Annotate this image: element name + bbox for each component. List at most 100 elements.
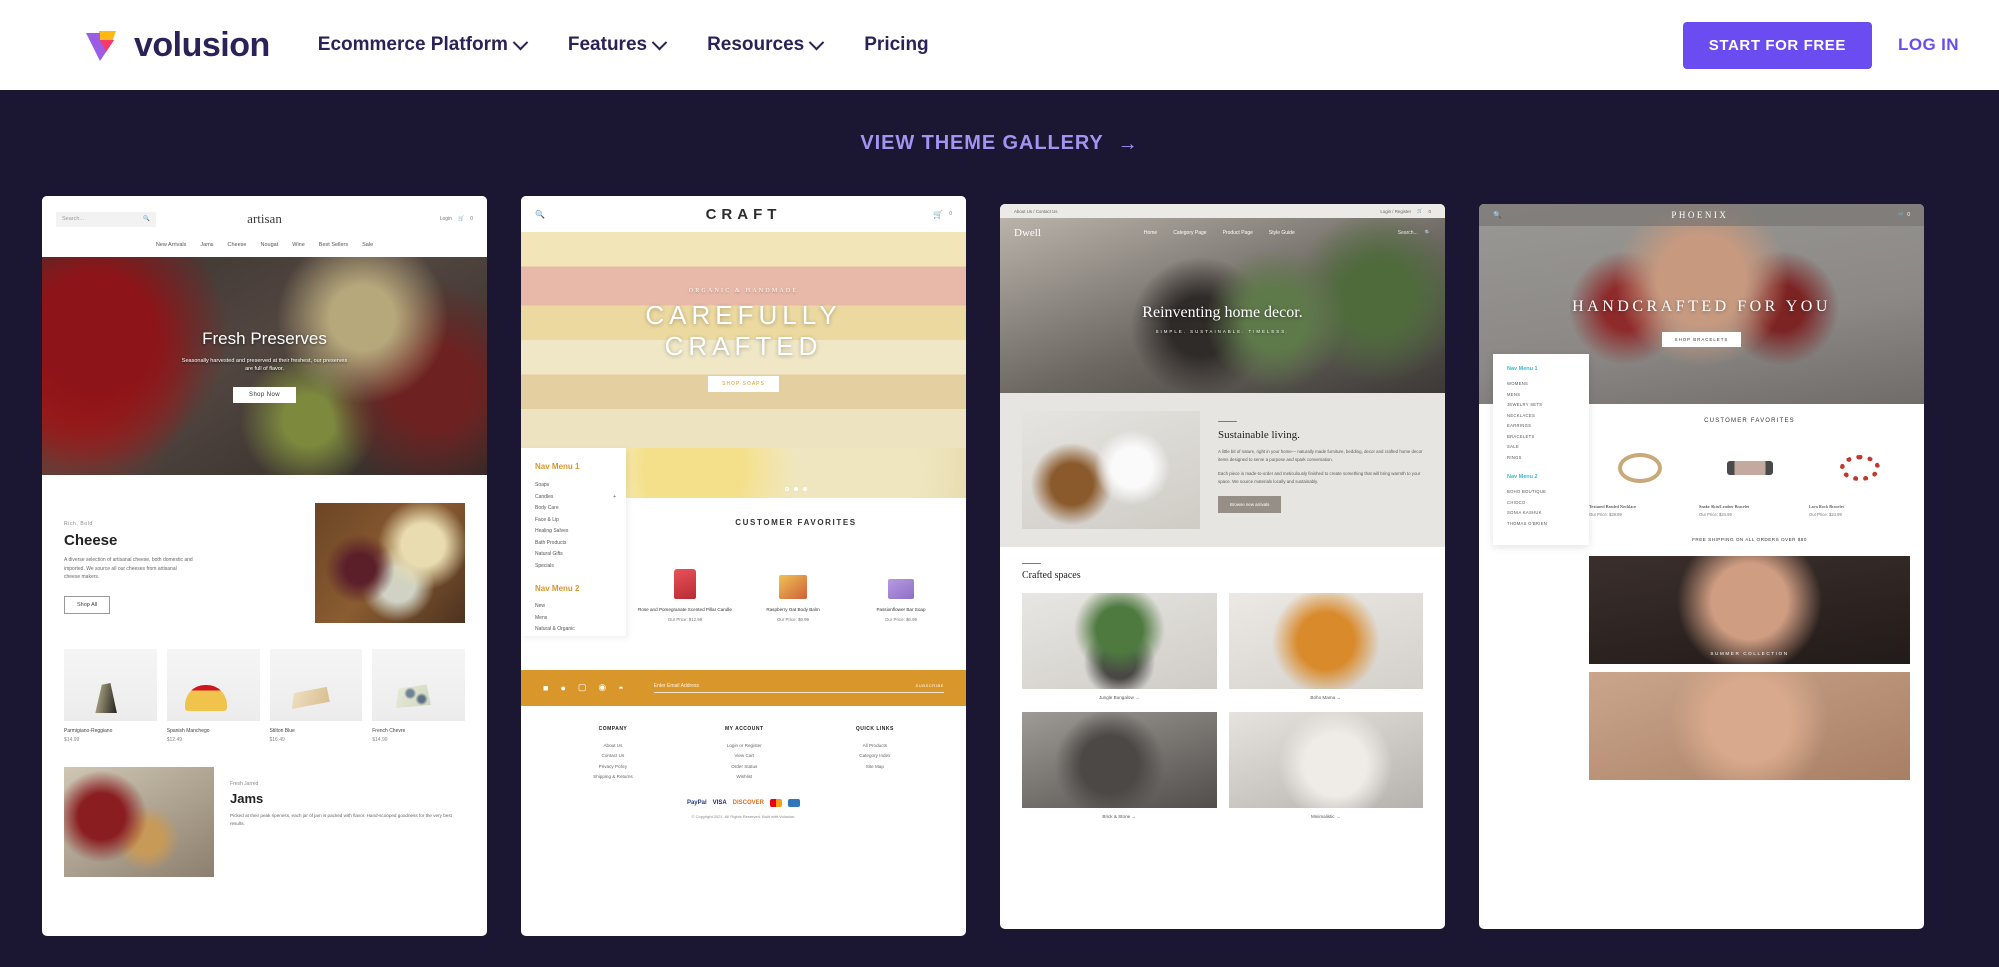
artisan-search-input[interactable]: Search... 🔍 (56, 211, 156, 227)
craft-hero-cta[interactable]: SHOP SOAPS (708, 376, 779, 392)
list-item[interactable]: Passionflower Bar Soap Our Price: $6.99 (852, 547, 950, 622)
list-item[interactable]: Raspberry Oat Body Balm Our Price: $9.99 (744, 547, 842, 622)
carousel-dot[interactable] (785, 487, 789, 491)
list-item[interactable]: Lava Rock Bracelet Our Price: $24.99 (1809, 440, 1910, 517)
artisan-nav-item[interactable]: Wine (292, 242, 305, 248)
sidebar-item-healing-salves[interactable]: Healing Salves (535, 526, 616, 538)
logo[interactable]: volusion (78, 23, 270, 67)
sidebar-item-jewelry-sets[interactable]: JEWELRY SETS (1507, 400, 1579, 411)
sidebar-item-earrings[interactable]: EARRINGS (1507, 421, 1579, 432)
search-icon[interactable]: 🔍 (1425, 230, 1431, 236)
list-item[interactable]: Stilton Blue $16.49 (269, 649, 363, 743)
sidebar-item-specials[interactable]: Specials (535, 561, 616, 573)
footer-link[interactable]: View Cart (725, 751, 764, 762)
dwell-utility-links[interactable]: About Us / Contact Us (1014, 209, 1057, 214)
artisan-nav-item[interactable]: Nougat (261, 242, 279, 248)
sidebar-item-mens[interactable]: MENS (1507, 390, 1579, 401)
sidebar-item-mens[interactable]: Mens (535, 613, 616, 625)
footer-link[interactable]: Login or Register (725, 741, 764, 752)
list-item[interactable]: Jungle Bungalow → (1022, 593, 1217, 700)
carousel-dots[interactable] (626, 487, 966, 491)
pinterest-icon[interactable]: ◉ (598, 682, 606, 693)
plus-icon[interactable]: + (613, 492, 616, 504)
artisan-nav-item[interactable]: Jams (200, 242, 213, 248)
list-item[interactable]: Minimalistic → (1228, 712, 1423, 819)
list-item[interactable]: Brick & Stone → (1022, 712, 1217, 819)
footer-link[interactable]: Shipping & Returns (593, 772, 633, 783)
footer-link[interactable]: About Us (593, 741, 633, 752)
list-item[interactable]: Boho Mama → (1228, 593, 1423, 700)
sidebar-item-bath-products[interactable]: Bath Products (535, 538, 616, 550)
artisan-account[interactable]: Login 🛒 0 (440, 216, 473, 222)
dwell-feature-cta[interactable]: Browse new arrivals (1218, 495, 1282, 513)
craft-cart[interactable]: 🛒 0 (933, 210, 952, 219)
sidebar-item-sale[interactable]: SALE (1507, 442, 1579, 453)
list-item[interactable]: Snake Skin/Leather Bracelet Our Price: $… (1699, 440, 1800, 517)
nav-resources[interactable]: Resources (707, 34, 825, 56)
sidebar-item-womens[interactable]: WOMENS (1507, 379, 1579, 390)
dwell-nav-item[interactable]: Style Guide (1269, 230, 1295, 236)
sidebar-item-soaps[interactable]: Soaps (535, 480, 616, 492)
dwell-nav-item[interactable]: Category Page (1173, 230, 1206, 236)
newsletter-subscribe-button[interactable]: SUBSCRIBE (915, 683, 944, 688)
list-item[interactable]: Textured Beaded Necklace Our Price: $28.… (1589, 440, 1690, 517)
nav-ecommerce-platform[interactable]: Ecommerce Platform (318, 34, 529, 56)
footer-link[interactable]: Order Status (725, 762, 764, 773)
sidebar-item-necklaces[interactable]: NECKLACES (1507, 411, 1579, 422)
theme-card-dwell[interactable]: About Us / Contact Us Login / Register 🛒… (1000, 204, 1445, 929)
phoenix-banner-1[interactable]: SUMMER COLLECTION (1589, 556, 1910, 664)
sidebar-item-boho-boutique[interactable]: BOHO BOUTIQUE (1507, 487, 1579, 498)
sidebar-item-chioco[interactable]: CHIOCO (1507, 498, 1579, 509)
phoenix-banner-2[interactable] (1589, 672, 1910, 780)
dwell-nav-item[interactable]: Product Page (1223, 230, 1253, 236)
theme-card-phoenix[interactable]: 🔍 PHOENIX 🛒 0 HANDCRAFTED FOR YOU SHOP B… (1479, 204, 1924, 929)
instagram-icon[interactable]: ▢ (578, 682, 587, 693)
artisan-nav-item[interactable]: Cheese (228, 242, 247, 248)
twitter-icon[interactable]: ● (560, 683, 565, 693)
list-item[interactable]: French Chevre $14.99 (372, 649, 465, 743)
rss-icon[interactable]: ◓ (618, 683, 623, 693)
sidebar-item-natural-organic[interactable]: Natural & Organic (535, 624, 616, 636)
phoenix-hero-cta[interactable]: SHOP BRACELETS (1661, 331, 1742, 347)
sidebar-item-rings[interactable]: RINGS (1507, 453, 1579, 464)
dwell-nav-item[interactable]: Home (1144, 230, 1157, 236)
sidebar-item-candles[interactable]: Candles + (535, 492, 616, 504)
nav-pricing[interactable]: Pricing (864, 34, 928, 56)
start-for-free-button[interactable]: START FOR FREE (1682, 21, 1873, 69)
theme-card-artisan[interactable]: Search... 🔍 artisan Login 🛒 0 New Arriva… (42, 196, 487, 936)
artisan-nav-item[interactable]: Best Sellers (319, 242, 348, 248)
artisan-nav-item[interactable]: New Arrivals (156, 242, 187, 248)
carousel-dot[interactable] (794, 487, 798, 491)
sidebar-item-sonia-kashuk[interactable]: SONIA KASHUK (1507, 508, 1579, 519)
sidebar-item-natural-gifts[interactable]: Natural Gifts (535, 549, 616, 561)
list-item[interactable]: Spanish Manchego $12.49 (166, 649, 260, 743)
list-item[interactable]: Rose and Pomegranate Scented Pillar Cand… (636, 547, 734, 622)
footer-link[interactable]: Contact Us (593, 751, 633, 762)
carousel-dot[interactable] (803, 487, 807, 491)
dwell-account[interactable]: Login / Register 🛒 0 (1380, 208, 1431, 214)
nav-features[interactable]: Features (568, 34, 668, 56)
sidebar-item-new[interactable]: New (535, 601, 616, 613)
search-icon[interactable]: 🔍 (535, 210, 545, 219)
footer-link[interactable]: Privacy Policy (593, 762, 633, 773)
log-in-link[interactable]: LOG IN (1898, 35, 1959, 55)
artisan-nav-item[interactable]: Sale (362, 242, 373, 248)
artisan-hero-cta[interactable]: Shop Now (233, 387, 296, 404)
artisan-feature-cta[interactable]: Shop All (64, 595, 111, 614)
footer-link[interactable]: Category Index (856, 751, 894, 762)
sidebar-item-face-lip[interactable]: Face & Lip (535, 515, 616, 527)
sidebar-item-body-care[interactable]: Body Care (535, 503, 616, 515)
dwell-search[interactable]: Search... 🔍 (1398, 230, 1431, 236)
view-theme-gallery-link[interactable]: VIEW THEME GALLERY → (0, 90, 1999, 156)
footer-link[interactable]: Wishlist (725, 772, 764, 783)
search-icon[interactable]: 🔍 (1493, 211, 1502, 219)
sidebar-item-bracelets[interactable]: BRACELETS (1507, 432, 1579, 443)
sidebar-item-thomas-obrien[interactable]: THOMAS O'BRIEN (1507, 519, 1579, 530)
craft-newsletter-input[interactable]: Enter Email Address SUBSCRIBE (653, 683, 944, 693)
list-item[interactable]: Parmigiano-Reggiano $14.99 (64, 649, 157, 743)
theme-card-craft[interactable]: 🔍 CRAFT 🛒 0 ORGANIC & HANDMADE CAREFULLY… (521, 196, 966, 936)
footer-link[interactable]: All Products (856, 741, 894, 752)
footer-link[interactable]: Site Map (856, 762, 894, 773)
facebook-icon[interactable]: ■ (543, 683, 548, 693)
phoenix-cart[interactable]: 🛒 0 (1898, 212, 1910, 218)
